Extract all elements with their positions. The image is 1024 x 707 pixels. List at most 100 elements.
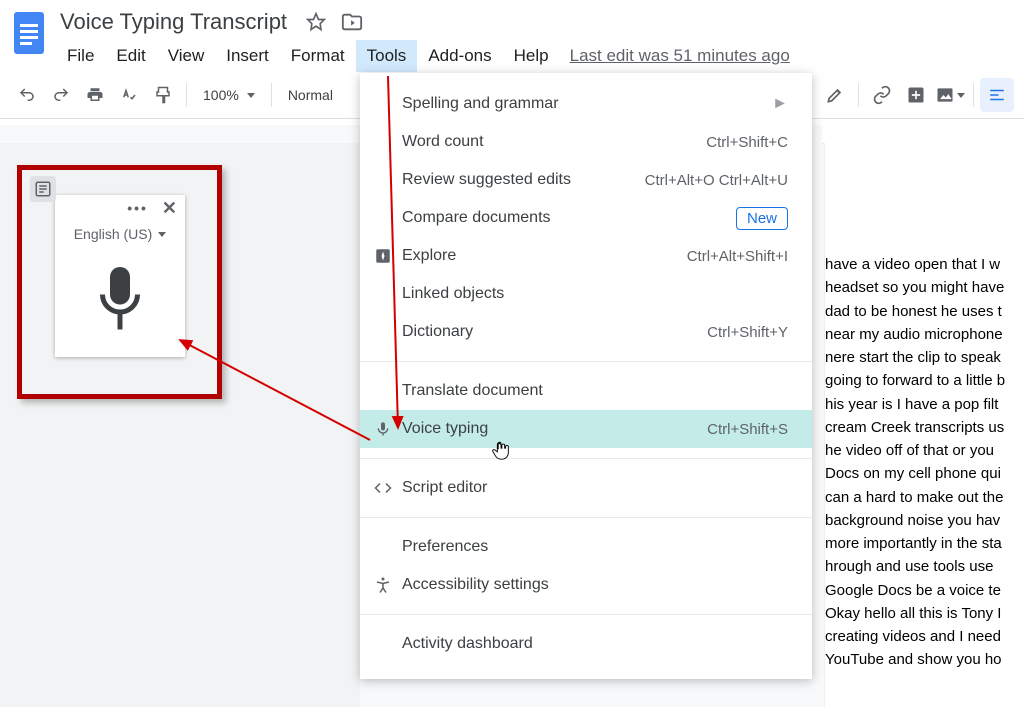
body-line: going to forward to a little b: [825, 369, 1024, 392]
menu-label: Compare documents: [402, 209, 551, 227]
menu-label: Linked objects: [402, 285, 504, 303]
menu-file[interactable]: File: [56, 40, 105, 72]
print-button[interactable]: [78, 78, 112, 112]
close-icon[interactable]: ✕: [162, 198, 177, 219]
menu-shortcut: Ctrl+Shift+S: [707, 421, 788, 438]
highlight-marker-icon[interactable]: [818, 78, 852, 112]
paint-format-button[interactable]: [146, 78, 180, 112]
menu-format[interactable]: Format: [280, 40, 356, 72]
menu-separator: [360, 458, 812, 459]
separator: [271, 83, 272, 107]
menu-label: Dictionary: [402, 323, 473, 341]
menu-label: Spelling and grammar: [402, 95, 559, 113]
menu-edit[interactable]: Edit: [105, 40, 156, 72]
menu-translate-document[interactable]: Translate document: [360, 372, 812, 410]
menu-activity-dashboard[interactable]: Activity dashboard: [360, 625, 812, 663]
code-icon: [372, 477, 394, 499]
menu-dictionary[interactable]: Dictionary Ctrl+Shift+Y: [360, 313, 812, 351]
last-edit-link[interactable]: Last edit was 51 minutes ago: [560, 40, 800, 72]
body-line: more importantly in the sta: [825, 532, 1024, 555]
menu-label: Activity dashboard: [402, 635, 533, 653]
menu-label: Accessibility settings: [402, 576, 549, 594]
menu-explore[interactable]: Explore Ctrl+Alt+Shift+I: [360, 237, 812, 275]
menu-shortcut: Ctrl+Shift+Y: [707, 324, 788, 341]
menu-addons[interactable]: Add-ons: [417, 40, 502, 72]
redo-button[interactable]: [44, 78, 78, 112]
docs-app-icon: [10, 8, 50, 60]
menu-separator: [360, 517, 812, 518]
cursor-hand-icon: [490, 438, 512, 462]
menu-shortcut: Ctrl+Alt+O Ctrl+Alt+U: [645, 172, 788, 189]
menu-tools[interactable]: Tools: [356, 40, 418, 72]
caret-down-icon: [247, 93, 255, 98]
menu-label: Voice typing: [402, 420, 488, 438]
document-outline-button[interactable]: [30, 176, 56, 202]
voice-microphone-button[interactable]: [55, 247, 185, 357]
body-line: dad to be honest he uses t: [825, 300, 1024, 323]
menu-bar: File Edit View Insert Format Tools Add-o…: [56, 40, 800, 72]
styles-dropdown[interactable]: Normal: [278, 87, 343, 103]
insert-link-button[interactable]: [865, 78, 899, 112]
body-line: his year is I have a pop filt: [825, 393, 1024, 416]
body-line: near my audio microphone: [825, 323, 1024, 346]
body-line: nere start the clip to speak: [825, 346, 1024, 369]
spellcheck-button[interactable]: [112, 78, 146, 112]
separator: [858, 83, 859, 107]
caret-down-icon: [957, 93, 965, 98]
body-line: cream Creek transcripts us: [825, 416, 1024, 439]
explore-icon: [372, 245, 394, 267]
align-left-button[interactable]: [980, 78, 1014, 112]
menu-insert[interactable]: Insert: [215, 40, 280, 72]
menu-label: Review suggested edits: [402, 171, 571, 189]
menu-view[interactable]: View: [157, 40, 216, 72]
menu-label: Preferences: [402, 538, 488, 556]
insert-image-button[interactable]: [933, 78, 967, 112]
star-icon[interactable]: [305, 11, 327, 33]
body-line: headset so you might have: [825, 276, 1024, 299]
zoom-value: 100%: [203, 87, 239, 103]
menu-accessibility-settings[interactable]: Accessibility settings: [360, 566, 812, 604]
add-comment-button[interactable]: [899, 78, 933, 112]
caret-down-icon: [158, 232, 166, 237]
body-line: Okay hello all this is Tony I: [825, 602, 1024, 625]
menu-help[interactable]: Help: [503, 40, 560, 72]
menu-script-editor[interactable]: Script editor: [360, 469, 812, 507]
menu-label: Word count: [402, 133, 484, 151]
submenu-caret-icon: ►: [772, 95, 788, 113]
menu-voice-typing[interactable]: Voice typing Ctrl+Shift+S: [360, 410, 812, 448]
menu-shortcut: Ctrl+Alt+Shift+I: [687, 248, 788, 265]
more-options-icon[interactable]: •••: [127, 200, 148, 216]
body-line: creating videos and I need: [825, 625, 1024, 648]
microphone-icon: [372, 418, 394, 440]
menu-separator: [360, 361, 812, 362]
body-line: he video off of that or you: [825, 439, 1024, 462]
menu-label: Explore: [402, 247, 456, 265]
menu-spelling-grammar[interactable]: Spelling and grammar ►: [360, 85, 812, 123]
ruler: [822, 125, 1024, 144]
style-value: Normal: [288, 87, 333, 103]
document-page[interactable]: have a video open that I w headset so yo…: [824, 143, 1024, 707]
body-line: have a video open that I w: [825, 253, 1024, 276]
voice-language-dropdown[interactable]: English (US): [55, 221, 185, 247]
new-badge: New: [736, 207, 788, 230]
menu-compare-documents[interactable]: Compare documents New: [360, 199, 812, 237]
menu-shortcut: Ctrl+Shift+C: [706, 134, 788, 151]
voice-typing-widget[interactable]: ••• ✕ English (US): [55, 195, 185, 357]
separator: [973, 83, 974, 107]
move-folder-icon[interactable]: [341, 11, 363, 33]
menu-word-count[interactable]: Word count Ctrl+Shift+C: [360, 123, 812, 161]
tools-menu: Spelling and grammar ► Word count Ctrl+S…: [360, 73, 812, 679]
zoom-dropdown[interactable]: 100%: [193, 87, 265, 103]
menu-preferences[interactable]: Preferences: [360, 528, 812, 566]
body-line: hrough and use tools use: [825, 555, 1024, 578]
title-bar: Voice Typing Transcript File Edit View I…: [0, 0, 1024, 72]
body-line: YouTube and show you ho: [825, 648, 1024, 671]
document-title[interactable]: Voice Typing Transcript: [56, 7, 291, 37]
menu-review-edits[interactable]: Review suggested edits Ctrl+Alt+O Ctrl+A…: [360, 161, 812, 199]
menu-label: Script editor: [402, 479, 487, 497]
body-line: Google Docs be a voice te: [825, 579, 1024, 602]
body-line: can a hard to make out the: [825, 486, 1024, 509]
menu-linked-objects[interactable]: Linked objects: [360, 275, 812, 313]
undo-button[interactable]: [10, 78, 44, 112]
voice-language-label: English (US): [74, 226, 153, 242]
